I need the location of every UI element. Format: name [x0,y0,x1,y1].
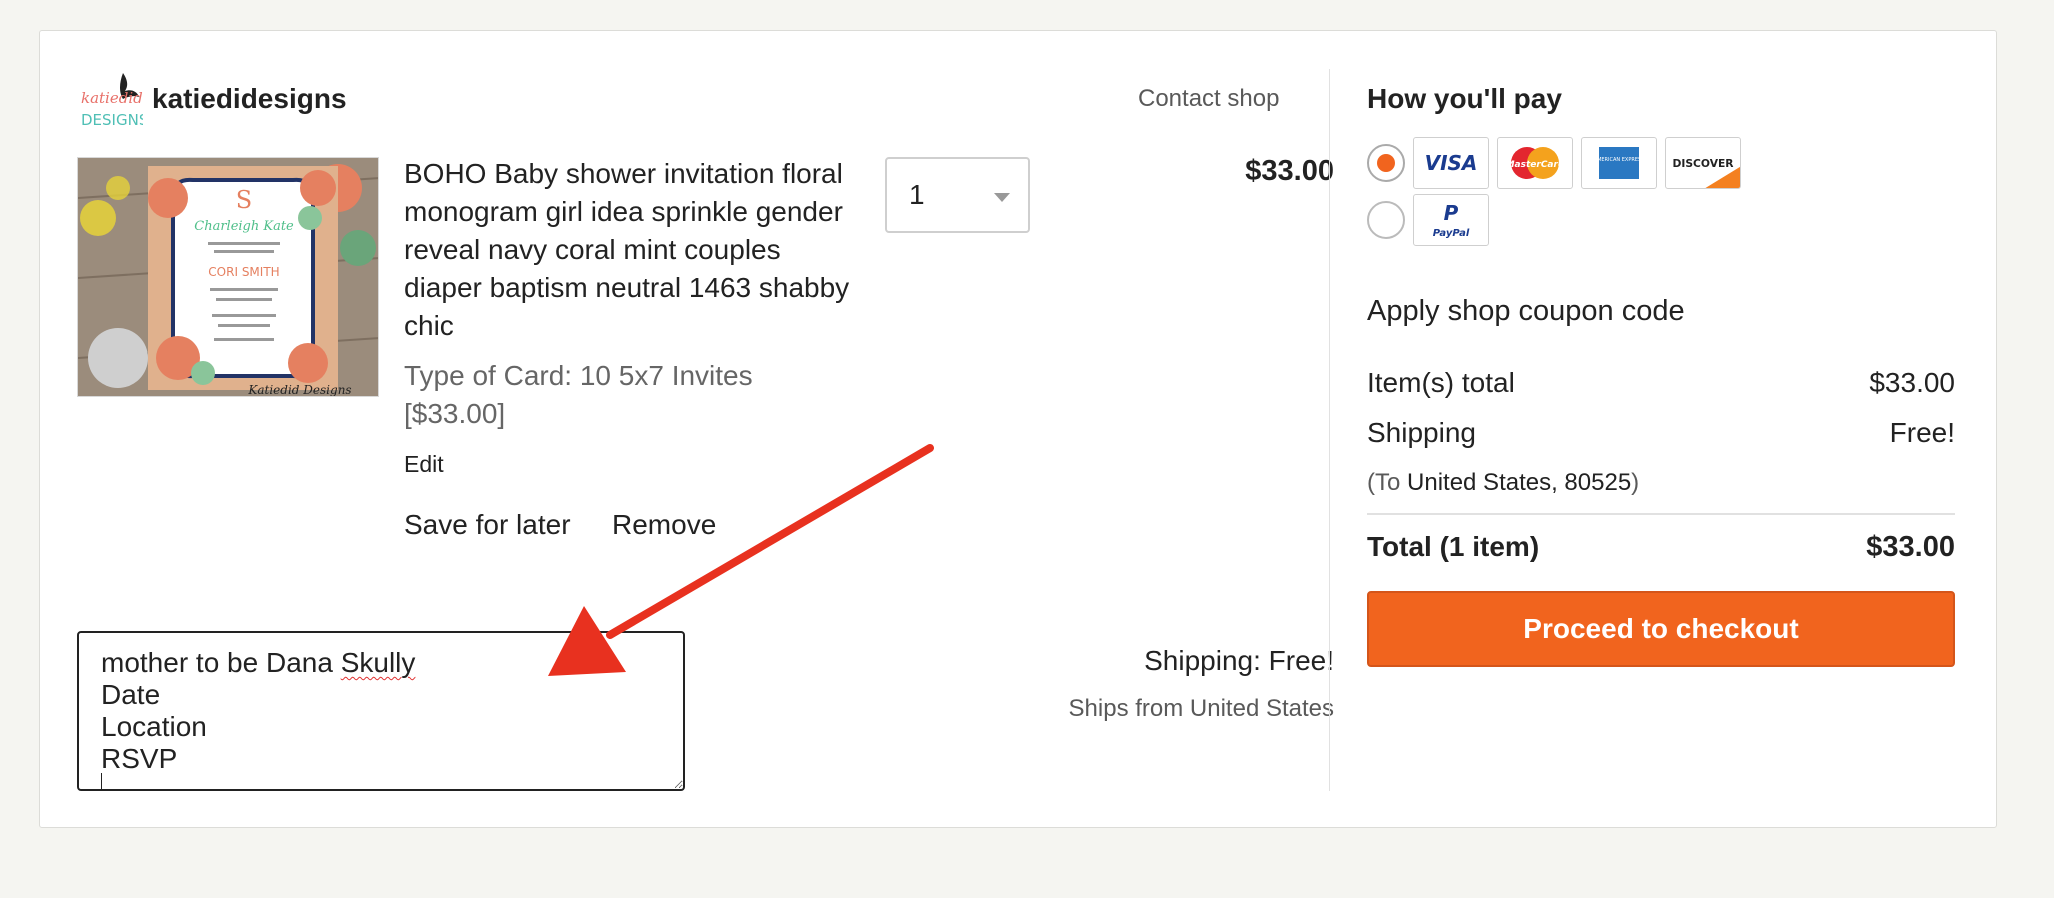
chevron-down-icon [994,193,1010,202]
note-line-2: Date [101,679,161,710]
remove-link[interactable]: Remove [612,509,716,541]
thumbnail-guest-text: CORI SMITH [208,265,279,279]
discover-icon: DISCOVER [1665,137,1741,189]
ship-to-prefix: (To [1367,469,1408,496]
shipping-value: Free! [1889,417,1955,448]
visa-text: VISA [1424,151,1478,175]
shipping-label: Shipping [1367,417,1476,448]
note-to-seller-textarea[interactable]: mother to be Dana Skully Date Location R… [77,631,685,791]
items-total-label: Item(s) total [1367,367,1515,398]
amex-icon: AMERICAN EXPRESS [1581,137,1657,189]
contact-shop-link[interactable]: Contact shop [1138,85,1279,113]
amex-text: AMERICAN EXPRESS [1594,157,1645,163]
apply-coupon-link[interactable]: Apply shop coupon code [1367,295,1685,328]
listing-variation: Type of Card: 10 5x7 Invites [$33.00] [404,360,753,429]
note-line-1a: mother to be Dana [101,647,333,678]
discover-text: DISCOVER [1672,157,1734,170]
paypal-icon: P PayPal [1413,194,1489,246]
ship-to-destination[interactable]: (To United States, 80525) [1367,469,1639,497]
quantity-select[interactable]: 1 [885,157,1030,233]
card-payment-radio[interactable] [1367,144,1405,182]
note-line-4: RSVP [101,743,178,774]
ship-to-value: United States, 80525 [1407,469,1632,496]
total-value: $33.00 [1866,531,1955,563]
quantity-value: 1 [909,179,925,210]
mastercard-icon: MasterCard [1497,137,1573,189]
ship-to-suffix: ) [1631,469,1640,496]
note-line-1b: Skully [340,647,416,678]
proceed-to-checkout-button[interactable]: Proceed to checkout [1367,591,1955,667]
column-divider [1329,69,1330,791]
save-for-later-link[interactable]: Save for later [404,509,571,541]
shop-name[interactable]: katiedidesigns [152,83,347,115]
edit-variation-link[interactable]: Edit [404,451,444,478]
item-shipping-label: Shipping: Free! [1144,645,1334,676]
total-label: Total (1 item) [1367,531,1540,562]
items-total-value: $33.00 [1869,367,1955,398]
item-price: $33.00 [1245,155,1334,187]
svg-text:P: P [1444,201,1459,225]
text-cursor [101,773,102,789]
logo-text-bottom: DESIGNS [81,111,143,129]
paypal-text: PayPal [1433,228,1470,239]
summary-divider [1367,513,1955,515]
logo-text-top: katiedid [81,89,143,107]
thumbnail-name-text: Charleigh Kate [194,219,294,234]
note-line-3: Location [101,711,207,742]
visa-icon: VISA [1413,137,1489,189]
thumbnail-watermark-text: Katiedid Designs [247,383,351,397]
mastercard-text: MasterCard [1506,160,1565,170]
paypal-payment-radio[interactable] [1367,201,1405,239]
payment-title: How you'll pay [1367,83,1562,114]
note-line-1: mother to be Dana Skully [101,647,661,679]
listing-title[interactable]: BOHO Baby shower invitation floral monog… [404,155,864,345]
ships-from-label: Ships from United States [1068,695,1334,722]
shop-logo[interactable]: katiedid DESIGNS [79,69,148,129]
cart-panel: katiedid DESIGNS katiedidesigns Contact … [39,30,1997,828]
listing-thumbnail[interactable]: S Charleigh Kate CORI SMITH Katiedid Des… [77,157,379,397]
svg-text:S: S [236,186,252,214]
